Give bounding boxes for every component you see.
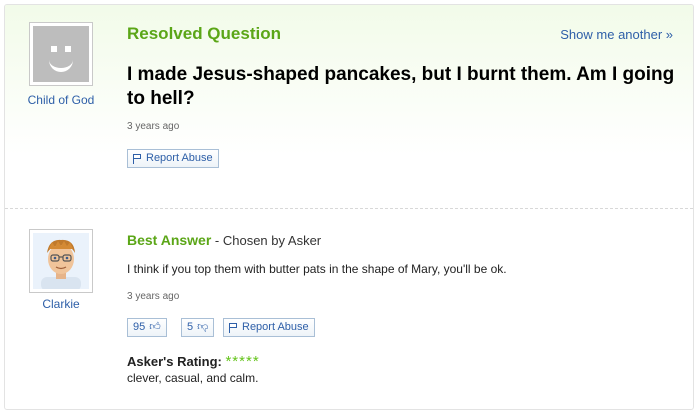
show-another-link[interactable]: Show me another » bbox=[560, 27, 673, 42]
thumbs-up-icon: 👍︎ bbox=[149, 321, 161, 333]
cartoon-avatar-icon bbox=[33, 233, 89, 289]
best-answer-heading: Best Answer - Chosen by Asker bbox=[127, 232, 321, 248]
avatar-eye-right bbox=[65, 46, 71, 52]
report-abuse-label: Report Abuse bbox=[242, 321, 309, 333]
answer-timestamp: 3 years ago bbox=[127, 291, 180, 302]
avatar-mouth bbox=[49, 60, 73, 72]
report-abuse-label: Report Abuse bbox=[146, 152, 213, 164]
question-title: I made Jesus-shaped pancakes, but I burn… bbox=[127, 64, 675, 109]
question-timestamp: 3 years ago bbox=[127, 121, 180, 132]
section-divider bbox=[5, 208, 693, 209]
asker-avatar[interactable] bbox=[29, 22, 93, 86]
default-avatar-icon bbox=[33, 26, 89, 82]
best-answer-label: Best Answer bbox=[127, 232, 212, 248]
avatar-eye-left bbox=[51, 46, 57, 52]
rating-stars: ***** bbox=[225, 353, 260, 370]
answer-report-abuse-button[interactable]: Report Abuse bbox=[223, 318, 315, 337]
rating-label: Asker's Rating: bbox=[127, 354, 222, 369]
askers-rating: Asker's Rating: ***** bbox=[127, 353, 260, 370]
flag-icon bbox=[133, 153, 142, 164]
rating-comment: clever, casual, and calm. bbox=[127, 371, 259, 385]
thumbs-up-button[interactable]: 95 👍︎ bbox=[127, 318, 167, 337]
answerer-avatar[interactable] bbox=[29, 229, 93, 293]
resolved-question-heading: Resolved Question bbox=[127, 24, 281, 43]
flag-icon bbox=[229, 322, 238, 333]
asker-name-link[interactable]: Child of God bbox=[19, 93, 103, 107]
question-panel: Child of God Resolved Question Show me a… bbox=[5, 5, 693, 203]
qa-card: Child of God Resolved Question Show me a… bbox=[4, 4, 694, 410]
answerer-name-link[interactable]: Clarkie bbox=[19, 297, 103, 311]
thumbs-down-count: 5 bbox=[187, 321, 194, 333]
thumbs-up-count: 95 bbox=[133, 321, 146, 333]
chosen-by-label: - Chosen by Asker bbox=[211, 233, 322, 248]
cartoon-avatar-drawing bbox=[41, 239, 81, 289]
thumbs-down-icon: 👎︎ bbox=[197, 321, 209, 333]
answer-text: I think if you top them with butter pats… bbox=[127, 262, 507, 276]
question-report-abuse-button[interactable]: Report Abuse bbox=[127, 149, 219, 168]
thumbs-down-button[interactable]: 5 👎︎ bbox=[181, 318, 215, 337]
